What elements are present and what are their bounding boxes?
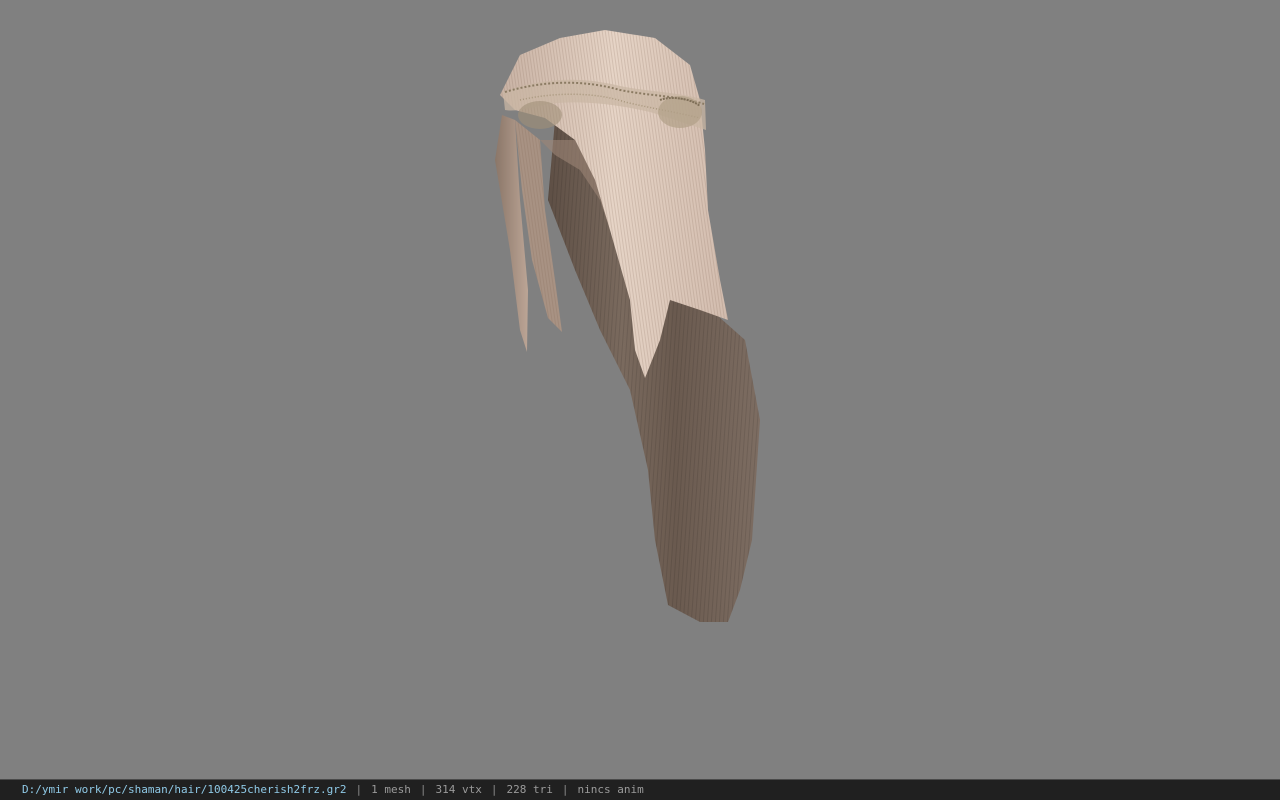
triangle-count: 228 tri	[506, 783, 553, 796]
vertex-count: 314 vtx	[435, 783, 482, 796]
status-separator: |	[419, 783, 427, 796]
3d-viewport[interactable]	[0, 0, 1280, 779]
status-separator: |	[490, 783, 498, 796]
hair-model-render	[495, 30, 760, 622]
file-path: D:/ymir work/pc/shaman/hair/100425cheris…	[22, 783, 347, 796]
mesh-count: 1 mesh	[371, 783, 411, 796]
status-bar: D:/ymir work/pc/shaman/hair/100425cheris…	[0, 779, 1280, 800]
status-separator: |	[561, 783, 569, 796]
status-separator: |	[355, 783, 363, 796]
animation-info: nincs anim	[577, 783, 644, 796]
